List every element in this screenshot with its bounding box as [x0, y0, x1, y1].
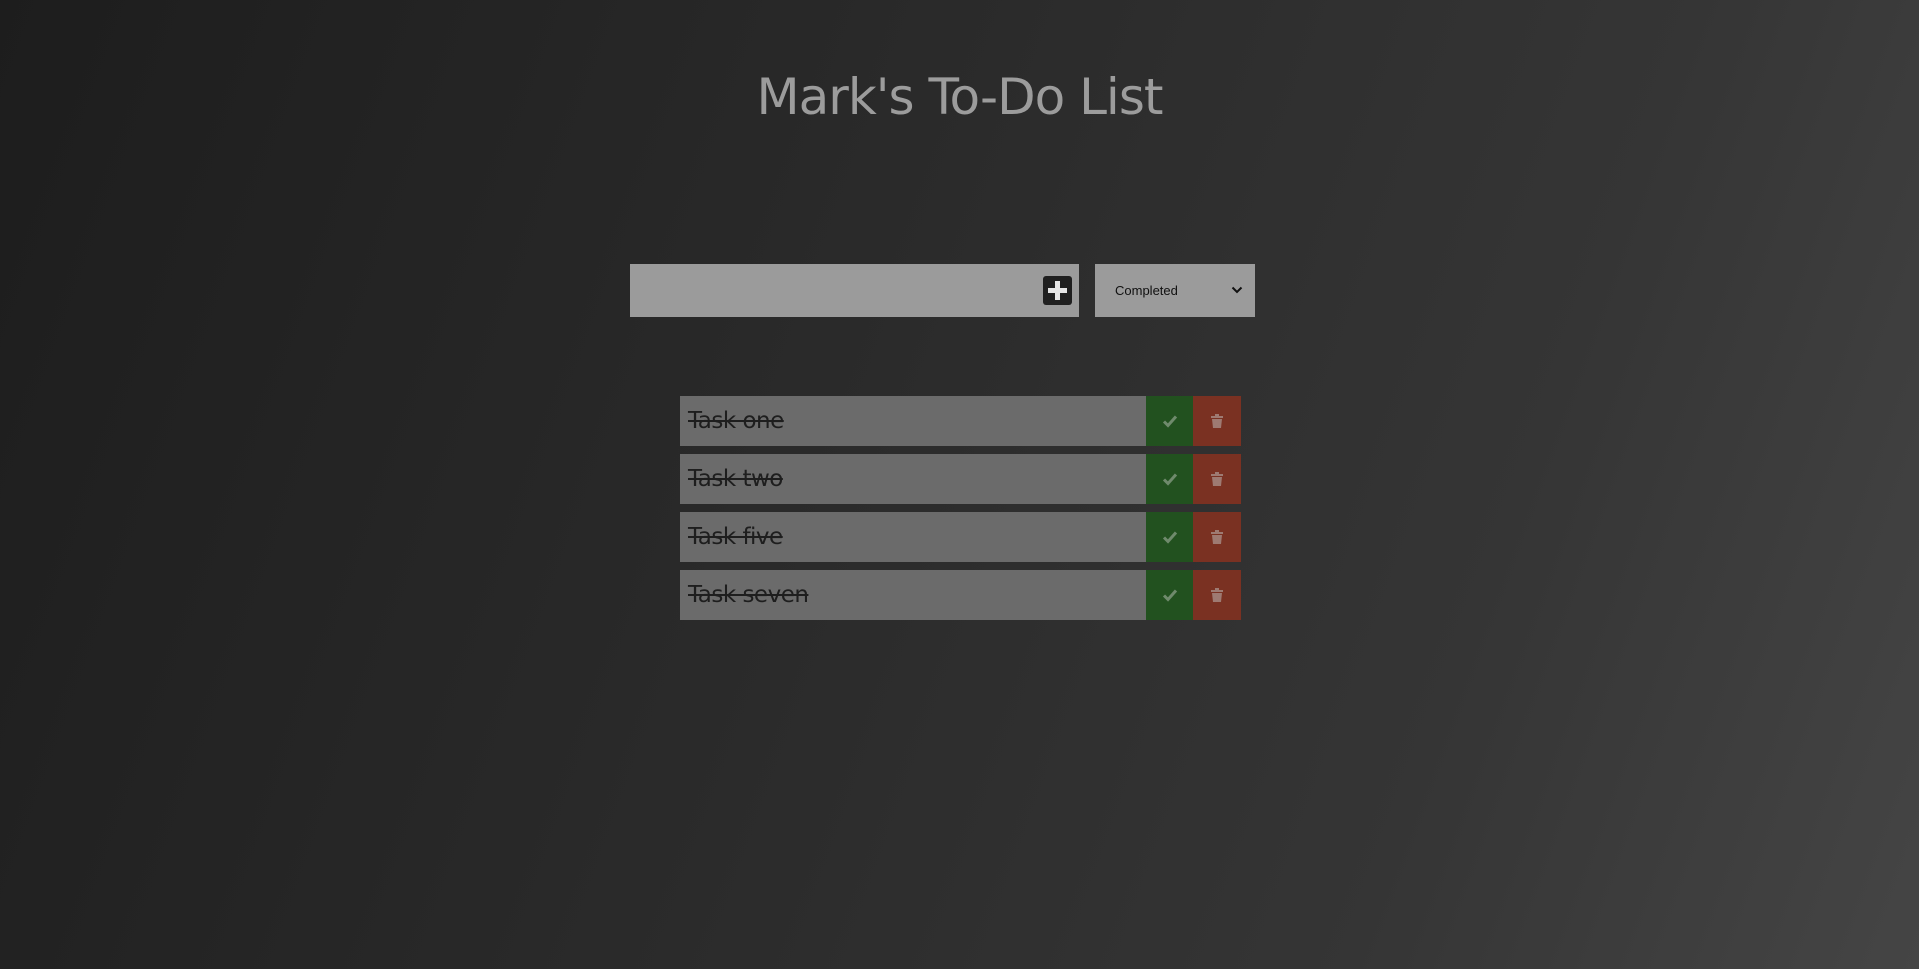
filter-selected-value: Completed [1115, 283, 1178, 298]
trash-icon [1211, 414, 1223, 428]
todo-item: Task seven [680, 570, 1241, 620]
check-icon [1162, 473, 1177, 486]
todo-text: Task two [680, 454, 1146, 504]
delete-button[interactable] [1193, 454, 1241, 504]
todo-item: Task five [680, 512, 1241, 562]
todo-text: Task one [680, 396, 1146, 446]
todo-text: Task five [680, 512, 1146, 562]
todo-form [630, 264, 1079, 317]
todo-input[interactable] [630, 264, 1030, 317]
todo-item: Task one [680, 396, 1241, 446]
complete-button[interactable] [1146, 512, 1193, 562]
todo-text: Task seven [680, 570, 1146, 620]
todo-list: Task one Task two Task five Task seven [680, 396, 1241, 628]
chevron-down-icon [1231, 286, 1243, 294]
check-icon [1162, 531, 1177, 544]
todo-item: Task two [680, 454, 1241, 504]
trash-icon [1211, 588, 1223, 602]
complete-button[interactable] [1146, 570, 1193, 620]
delete-button[interactable] [1193, 396, 1241, 446]
check-icon [1162, 589, 1177, 602]
delete-button[interactable] [1193, 570, 1241, 620]
filter-select[interactable]: Completed [1095, 264, 1255, 317]
trash-icon [1211, 530, 1223, 544]
complete-button[interactable] [1146, 396, 1193, 446]
add-todo-button[interactable] [1043, 276, 1072, 305]
delete-button[interactable] [1193, 512, 1241, 562]
trash-icon [1211, 472, 1223, 486]
complete-button[interactable] [1146, 454, 1193, 504]
page-title: Mark's To-Do List [756, 68, 1164, 126]
check-icon [1162, 415, 1177, 428]
